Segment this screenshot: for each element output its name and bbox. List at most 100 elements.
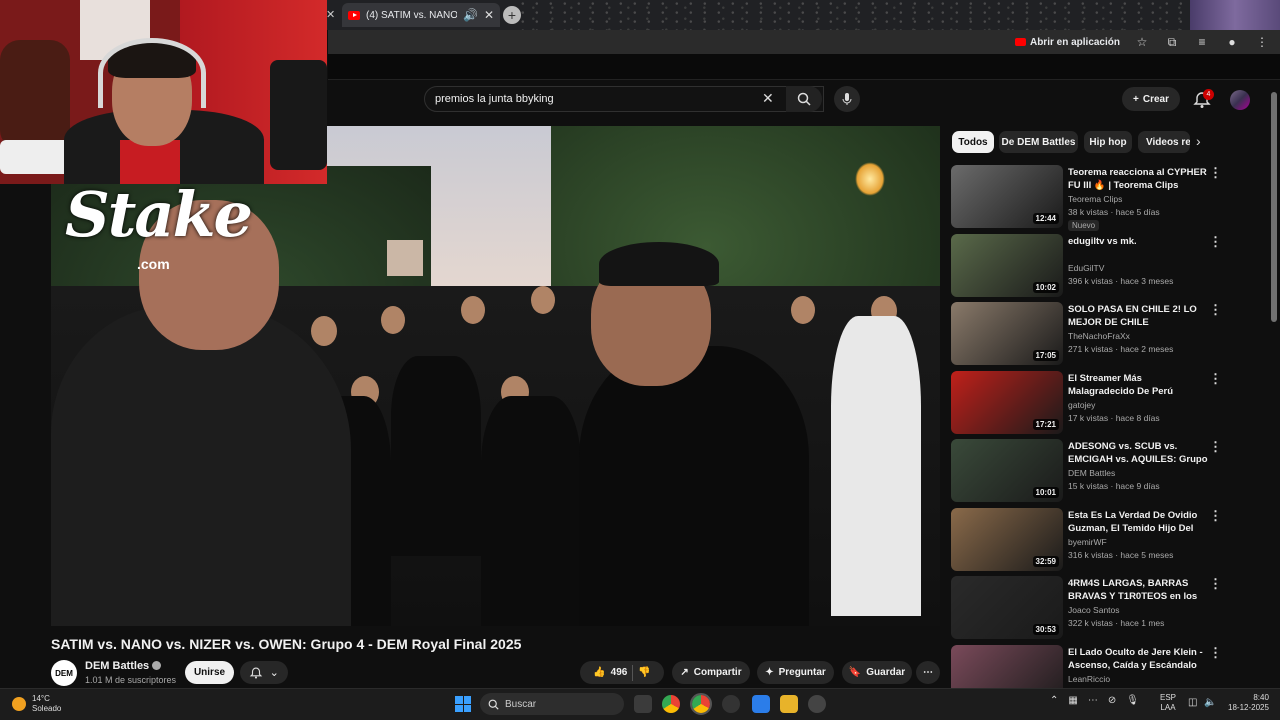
subscription-bell-button[interactable]: ⌄ (240, 661, 288, 684)
share-button[interactable]: ↗ Compartir (672, 661, 750, 684)
recommendation-channel[interactable]: Joaco Santos (1068, 605, 1120, 615)
temperature: 14°C (32, 694, 50, 703)
recommendation-card[interactable]: 10:01 ADESONG vs. SCUB vs. EMCIGAH vs. AQ… (951, 439, 1222, 503)
recommendation-thumbnail[interactable]: 12:44 (951, 165, 1063, 228)
recommendation-card[interactable]: 17:21 El Streamer Más Malagradecido De Pe… (951, 370, 1222, 435)
channel-name[interactable]: DEM Battles (85, 660, 162, 672)
clear-icon[interactable]: ✕ (762, 90, 774, 107)
queue-icon[interactable]: ≡ (1194, 35, 1210, 49)
media-player-icon[interactable] (808, 695, 826, 713)
recommendation-card[interactable]: 17:05 SOLO PASA EN CHILE 2! LO MEJOR DE C… (951, 302, 1222, 366)
account-avatar[interactable] (1230, 90, 1250, 110)
scrollbar[interactable] (1271, 92, 1277, 322)
chip-related[interactable]: Videos relacionados (1138, 131, 1190, 153)
more-vert-icon[interactable]: ⋮ (1209, 645, 1222, 661)
recommendation-title[interactable]: 4RM4S LARGAS, BARRAS BRAVAS Y T1R0TEOS e… (1068, 577, 1208, 604)
tray-network-off-icon[interactable]: ⊘ (1108, 695, 1116, 706)
recommendation-title[interactable]: Esta Es La Verdad De Ovidio Guzman, El T… (1068, 509, 1208, 536)
chevron-right-icon[interactable]: › (1196, 133, 1201, 149)
recommendation-channel[interactable]: byemirWF (1068, 537, 1107, 547)
recommendation-card[interactable]: 30:53 4RM4S LARGAS, BARRAS BRAVAS Y T1R0T… (951, 576, 1222, 640)
taskbar-search[interactable]: Buscar (480, 693, 624, 715)
tab-close-icon[interactable]: ✕ (484, 8, 494, 22)
tray-app-icon[interactable]: ▦ (1068, 695, 1077, 706)
more-vert-icon[interactable]: ⋮ (1209, 302, 1222, 318)
tray-mic-icon[interactable]: 🎙 (1126, 695, 1139, 706)
more-vert-icon[interactable]: ⋮ (1209, 371, 1222, 387)
sparkle-icon: ✦ (765, 667, 774, 678)
recommendation-meta: 38 k vistas · hace 5 días (1068, 207, 1160, 217)
more-vert-icon[interactable]: ⋮ (1209, 576, 1222, 592)
more-vert-icon[interactable]: ⋮ (1209, 508, 1222, 524)
more-actions-button[interactable]: ⋯ (916, 661, 940, 684)
recommendation-title[interactable]: Teorema reacciona al CYPHER FU III 🔥 | T… (1068, 166, 1208, 192)
recommendation-thumbnail[interactable]: 17:21 (951, 370, 1063, 434)
more-vert-icon[interactable]: ⋮ (1209, 165, 1222, 181)
create-button[interactable]: + Crear (1122, 87, 1180, 111)
recommendation-channel[interactable]: DEM Battles (1068, 468, 1115, 478)
chip-dem-battles[interactable]: De DEM Battles (999, 131, 1078, 153)
menu-icon[interactable]: ⋮ (1254, 35, 1270, 49)
star-icon[interactable]: ☆ (1134, 35, 1150, 49)
volume-icon[interactable]: 🔈 (1204, 697, 1216, 708)
browser-tab[interactable]: (4) SATIM vs. NANO vs. NIZER vs. OWEN: G… (342, 3, 500, 27)
join-button[interactable]: Unirse (185, 661, 234, 684)
video-player[interactable]: Stake .com (51, 126, 940, 626)
chrome-active-icon[interactable] (690, 693, 712, 715)
like-button[interactable]: 👍 496 (593, 667, 627, 678)
recommendation-channel[interactable]: gatojey (1068, 400, 1095, 410)
recommendation-title[interactable]: ADESONG vs. SCUB vs. EMCIGAH vs. AQUILES… (1068, 440, 1208, 467)
recommendation-channel[interactable]: Teorema Clips (1068, 194, 1122, 204)
recommendation-thumbnail[interactable]: 30:53 (951, 576, 1063, 639)
speaker-icon[interactable]: 🔊 (463, 8, 478, 22)
weather-widget[interactable]: 14°C Soleado (12, 694, 61, 714)
duration-badge: 10:01 (1032, 487, 1059, 498)
recommendation-thumbnail[interactable]: 10:02 (951, 233, 1063, 297)
recommendation-title[interactable]: SOLO PASA EN CHILE 2! LO MEJOR DE CHILE (1068, 303, 1208, 329)
stake-logo-sub: .com (137, 256, 170, 272)
voice-search-button[interactable] (834, 86, 860, 112)
recommendation-title[interactable]: El Lado Oculto de Jere Klein - Ascenso, … (1068, 646, 1208, 672)
windows-start-icon[interactable] (455, 696, 471, 712)
chip-hip-hop[interactable]: Hip hop (1084, 131, 1132, 153)
channel-avatar[interactable]: DEM (51, 660, 77, 686)
save-label: Guardar (866, 667, 906, 678)
wifi-icon[interactable]: ◫ (1188, 697, 1197, 708)
recommendation-channel[interactable]: EduGilTV (1068, 263, 1104, 273)
recommendation-channel[interactable]: LeanRiccio (1068, 674, 1110, 684)
obs-icon[interactable] (722, 695, 740, 713)
ask-button[interactable]: ✦ Preguntar (757, 661, 834, 684)
create-label: Crear (1142, 93, 1169, 105)
profile-icon[interactable]: ● (1224, 35, 1240, 49)
recommendation-card[interactable]: 32:59 Esta Es La Verdad De Ovidio Guzman,… (951, 507, 1222, 572)
chip-all[interactable]: Todos (952, 131, 994, 153)
chrome-icon[interactable] (662, 695, 680, 713)
file-explorer-icon[interactable] (780, 695, 798, 713)
youtube-icon (1014, 38, 1026, 46)
chevron-up-icon[interactable]: ⌃ (1050, 695, 1058, 706)
save-button[interactable]: 🔖 Guardar (842, 661, 912, 684)
notepad-icon[interactable] (752, 695, 770, 713)
recommendation-title[interactable]: edugiltv vs mk. (1068, 235, 1208, 248)
tray-grid-icon[interactable]: ⋯ (1088, 695, 1098, 706)
task-view-icon[interactable] (634, 695, 652, 713)
recommendation-thumbnail[interactable]: 10:01 (951, 439, 1063, 502)
recommendation-card[interactable]: 10:02 edugiltv vs mk. EduGilTV 396 k vistas… (951, 233, 1222, 298)
recommendation-thumbnail[interactable]: 32:59 (951, 507, 1063, 571)
recommendation-title[interactable]: El Streamer Más Malagradecido De Perú (1068, 372, 1208, 398)
recommendation-card[interactable]: 12:44 Teorema reacciona al CYPHER FU III … (951, 165, 1222, 231)
thumbs-down-icon[interactable]: 👎 (638, 667, 650, 678)
recommendation-channel[interactable]: TheNachoFraXx (1068, 331, 1130, 341)
recommendation-meta: 15 k vistas · hace 9 días (1068, 481, 1160, 491)
open-in-app-button[interactable]: Abrir en aplicación (1014, 37, 1120, 48)
search-button[interactable] (786, 86, 822, 112)
extensions-icon[interactable]: ⧉ (1164, 35, 1180, 50)
more-vert-icon[interactable]: ⋮ (1209, 439, 1222, 455)
language-indicator[interactable]: ESP LAA (1160, 693, 1176, 713)
clock[interactable]: 8:40 18-12-2025 (1228, 693, 1269, 713)
close-icon[interactable]: ✕ (326, 8, 335, 21)
new-tab-button[interactable]: + (503, 6, 521, 24)
more-vert-icon[interactable]: ⋮ (1209, 234, 1222, 250)
duration-badge: 17:05 (1032, 350, 1059, 361)
recommendation-thumbnail[interactable]: 17:05 (951, 302, 1063, 365)
